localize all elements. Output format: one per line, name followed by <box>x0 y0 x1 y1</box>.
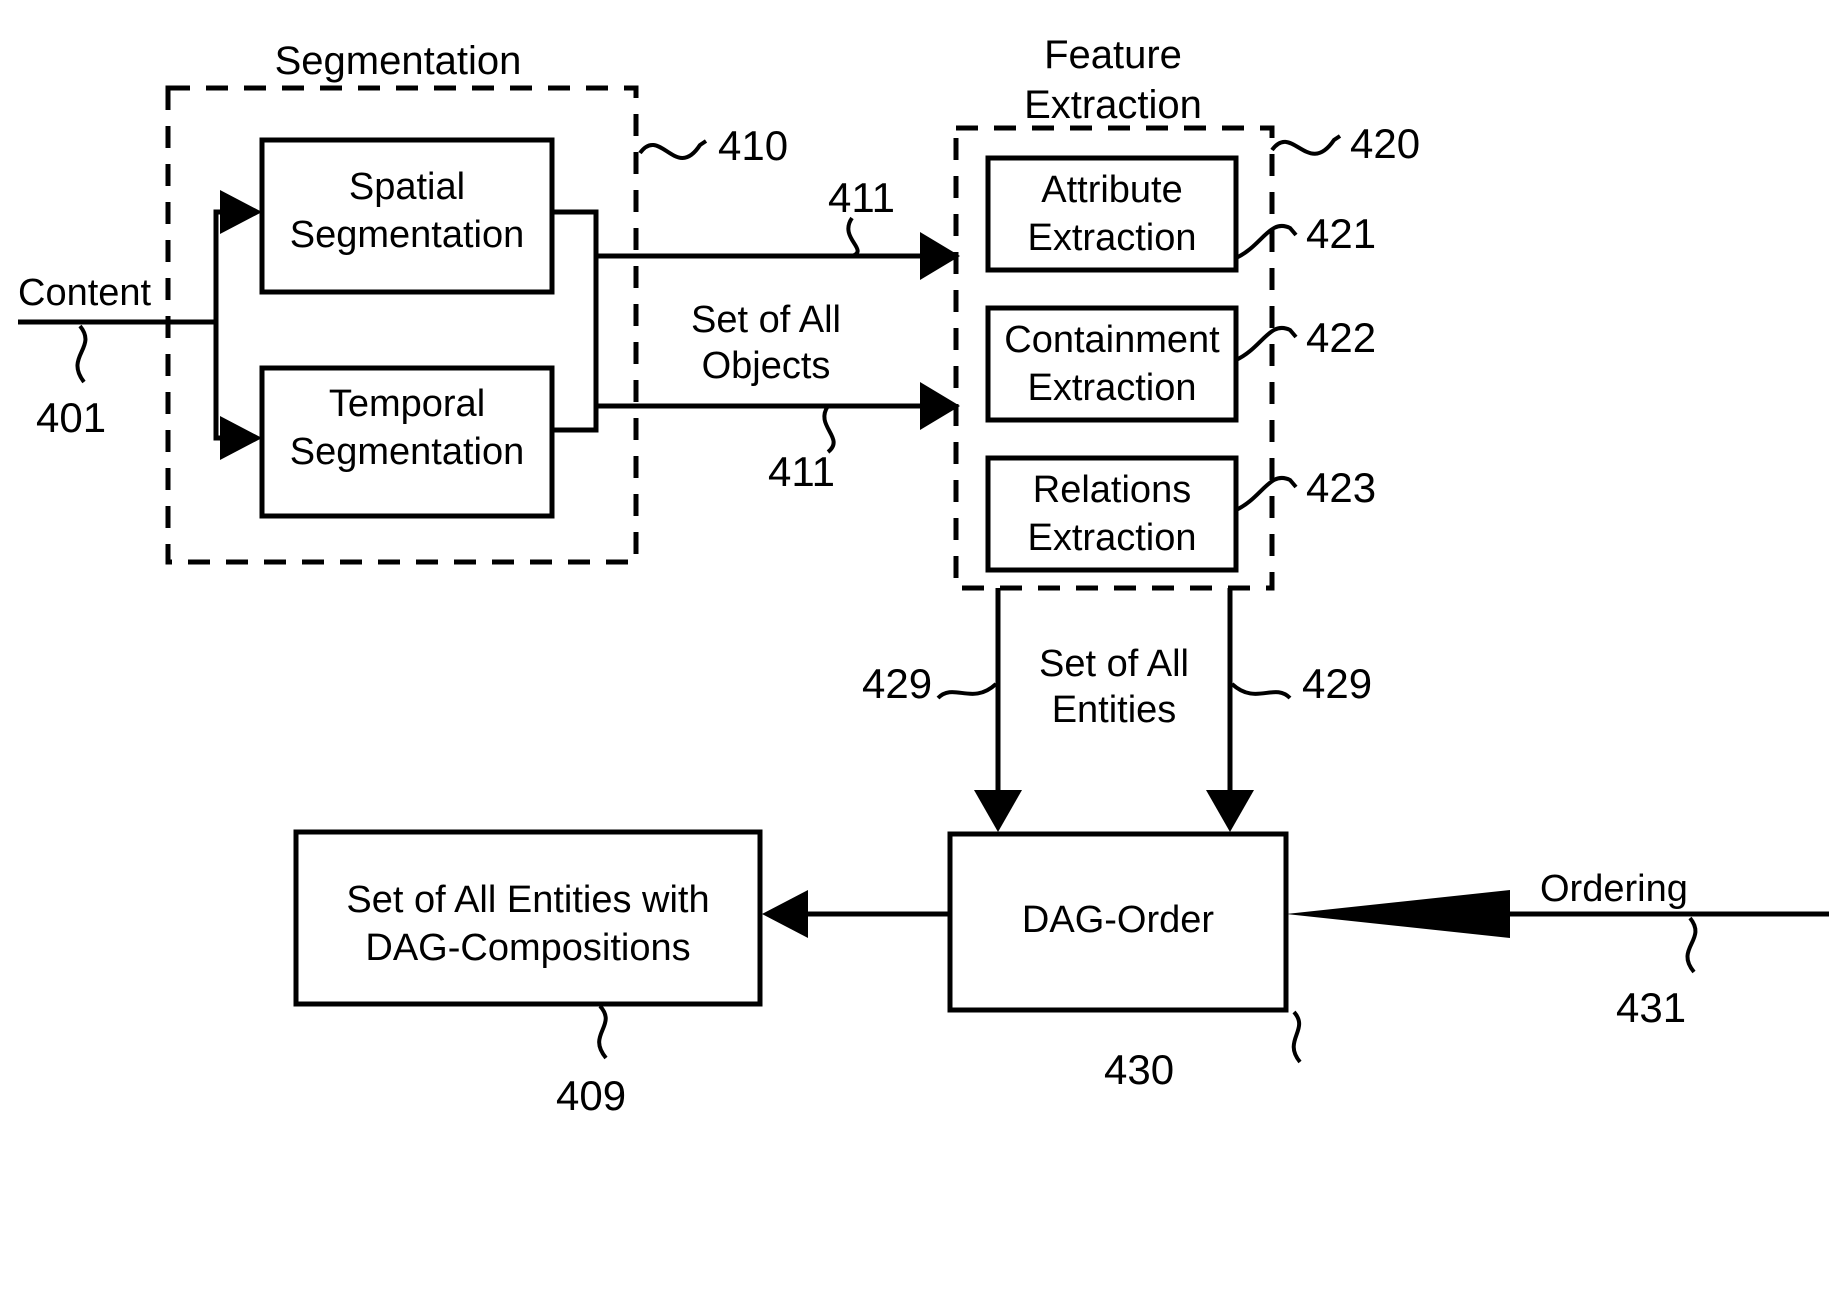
ref-422-leader-line <box>1235 326 1298 362</box>
ref-421-label: 421 <box>1306 210 1376 257</box>
ref-410-leader-line <box>638 139 708 160</box>
dag-order-label: DAG-Order <box>1022 899 1214 941</box>
ref-411-lower-leader-line <box>822 404 836 454</box>
ref-423-label: 423 <box>1306 464 1376 511</box>
ref-423-leader-line <box>1235 476 1298 512</box>
content-input-label: Content <box>18 272 152 314</box>
attribute-extraction-label-line2: Extraction <box>1028 217 1197 259</box>
containment-extraction-label-line2: Extraction <box>1028 367 1197 409</box>
entities-right-arrowhead <box>1206 790 1254 832</box>
ref-430-leader-line <box>1291 1010 1302 1064</box>
ref-431-leader-line <box>1685 916 1698 974</box>
ref-431-label: 431 <box>1616 984 1686 1031</box>
segmentation-group-title: Segmentation <box>275 39 522 83</box>
patent-block-diagram: Segmentation 410 Spatial Segmentation Te… <box>18 33 1829 1119</box>
ref-401-leader-line <box>75 324 88 384</box>
ref-422-label: 422 <box>1306 314 1376 361</box>
relations-extraction-label-line1: Relations <box>1033 469 1191 511</box>
ordering-input-label: Ordering <box>1540 868 1688 910</box>
set-of-all-objects-label-line1: Set of All <box>691 299 841 341</box>
attribute-extraction-label-line1: Attribute <box>1041 169 1183 211</box>
set-of-all-entities-label-line2: Entities <box>1052 689 1177 731</box>
containment-extraction-label-line1: Containment <box>1004 319 1220 361</box>
ref-401-label: 401 <box>36 394 106 441</box>
ref-411-upper-label: 411 <box>828 174 895 221</box>
relations-extraction-label-line2: Extraction <box>1028 517 1197 559</box>
set-of-all-objects-label-line2: Objects <box>702 345 831 387</box>
ref-429-left-label: 429 <box>862 660 932 707</box>
ref-411-lower-label: 411 <box>768 448 835 495</box>
content-to-temporal-arrowhead <box>220 416 262 460</box>
ref-411-upper-leader-line <box>846 216 860 258</box>
feature-extraction-group-title-line1: Feature <box>1044 33 1182 77</box>
entities-with-dag-label-line1: Set of All Entities with <box>346 879 709 921</box>
ref-420-label: 420 <box>1350 120 1420 167</box>
ref-410-label: 410 <box>718 122 788 169</box>
content-to-spatial-arrowhead <box>220 190 262 234</box>
ref-409-leader-line <box>597 1004 608 1060</box>
ref-430-label: 430 <box>1104 1046 1174 1093</box>
spatial-segmentation-label-line2: Segmentation <box>290 214 525 256</box>
ref-420-leader-line <box>1270 134 1342 156</box>
ref-409-label: 409 <box>556 1072 626 1119</box>
ref-429-left-leader-line <box>936 682 998 700</box>
segmentation-output-merge-bus <box>552 209 599 433</box>
entities-with-dag-label-line2: DAG-Compositions <box>365 927 690 969</box>
dag-order-to-output-arrowhead <box>762 890 808 938</box>
ordering-arrowhead <box>1286 890 1510 938</box>
spatial-segmentation-label-line1: Spatial <box>349 166 465 208</box>
temporal-segmentation-label-line1: Temporal <box>329 383 485 425</box>
set-of-all-entities-label-line1: Set of All <box>1039 643 1189 685</box>
ref-429-right-label: 429 <box>1302 660 1372 707</box>
temporal-segmentation-label-line2: Segmentation <box>290 431 525 473</box>
ref-421-leader-line <box>1235 224 1298 260</box>
entities-left-arrowhead <box>974 790 1022 832</box>
feature-extraction-group-title-line2: Extraction <box>1024 83 1202 127</box>
ref-429-right-leader-line <box>1230 682 1292 700</box>
